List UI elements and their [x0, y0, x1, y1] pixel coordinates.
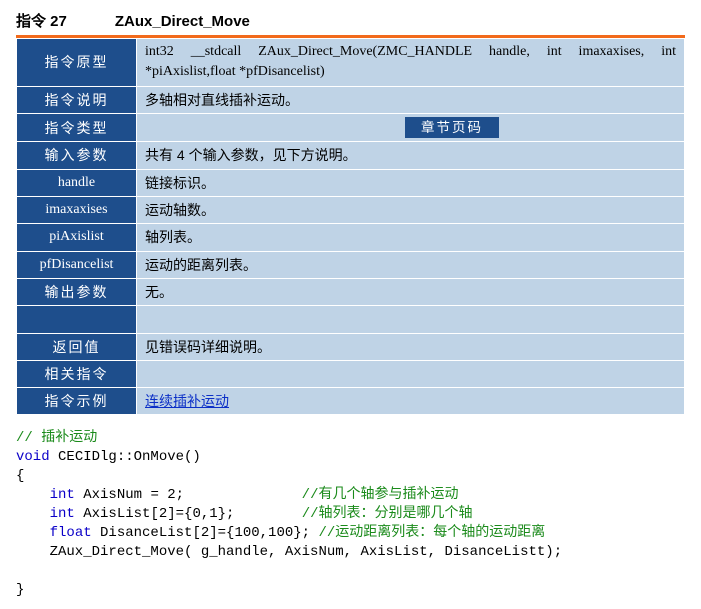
row-out-value: 无。: [137, 278, 685, 305]
row-rel-value: [137, 360, 685, 387]
code-comment: //有几个轴参与插补运动: [302, 487, 459, 503]
code-keyword: void: [16, 449, 50, 465]
row-out-label: 输出参数: [17, 278, 137, 305]
code-text: CECIDlg::OnMove(): [50, 449, 201, 465]
row-proto-label: 指令原型: [17, 39, 137, 87]
section-page-badge: 章节页码: [405, 117, 499, 139]
row-p1-label: handle: [17, 169, 137, 196]
code-type: float: [50, 525, 92, 541]
command-number: 指令 27: [16, 10, 67, 31]
row-ret-value: 见错误码详细说明。: [137, 333, 685, 360]
row-ret-label: 返回值: [17, 333, 137, 360]
row-p2-label: imaxaxises: [17, 197, 137, 224]
row-p1-value: 链接标识。: [137, 169, 685, 196]
row-p2-value: 运动轴数。: [137, 197, 685, 224]
row-ex-label: 指令示例: [17, 388, 137, 415]
row-p4-value: 运动的距离列表。: [137, 251, 685, 278]
code-text: }: [16, 582, 24, 598]
code-type: int: [50, 487, 75, 503]
row-p3-label: piAxislist: [17, 224, 137, 251]
row-type-value: 章节页码: [137, 113, 685, 142]
row-in-value: 共有 4 个输入参数，见下方说明。: [137, 142, 685, 169]
row-p4-label: pfDisancelist: [17, 251, 137, 278]
code-text: DisanceList[2]={100,100};: [92, 525, 310, 541]
code-example: // 插补运动 void CECIDlg::OnMove() { int Axi…: [16, 429, 685, 599]
example-link[interactable]: 连续插补运动: [145, 393, 229, 409]
row-type-label: 指令类型: [17, 113, 137, 142]
code-comment: //运动距离列表：每个轴的运动距离: [318, 525, 545, 541]
code-text: AxisNum = 2;: [75, 487, 184, 503]
row-blank-value: [137, 306, 685, 333]
code-comment: // 插补运动: [16, 430, 97, 446]
code-text: ZAux_Direct_Move( g_handle, AxisNum, Axi…: [16, 544, 562, 560]
row-desc-value: 多轴相对直线插补运动。: [137, 86, 685, 113]
row-desc-label: 指令说明: [17, 86, 137, 113]
row-proto-value: int32 __stdcall ZAux_Direct_Move(ZMC_HAN…: [137, 39, 685, 87]
code-text: {: [16, 468, 24, 484]
code-text: AxisList[2]={0,1};: [75, 506, 235, 522]
row-p3-value: 轴列表。: [137, 224, 685, 251]
code-type: int: [50, 506, 75, 522]
row-blank-label: [17, 306, 137, 333]
code-comment: //轴列表：分别是哪几个轴: [302, 506, 473, 522]
row-in-label: 输入参数: [17, 142, 137, 169]
row-ex-value: 连续插补运动: [137, 388, 685, 415]
row-rel-label: 相关指令: [17, 360, 137, 387]
command-name: ZAux_Direct_Move: [115, 13, 250, 30]
command-table: 指令原型 int32 __stdcall ZAux_Direct_Move(ZM…: [16, 38, 685, 415]
command-header: 指令 27 ZAux_Direct_Move: [16, 10, 685, 31]
